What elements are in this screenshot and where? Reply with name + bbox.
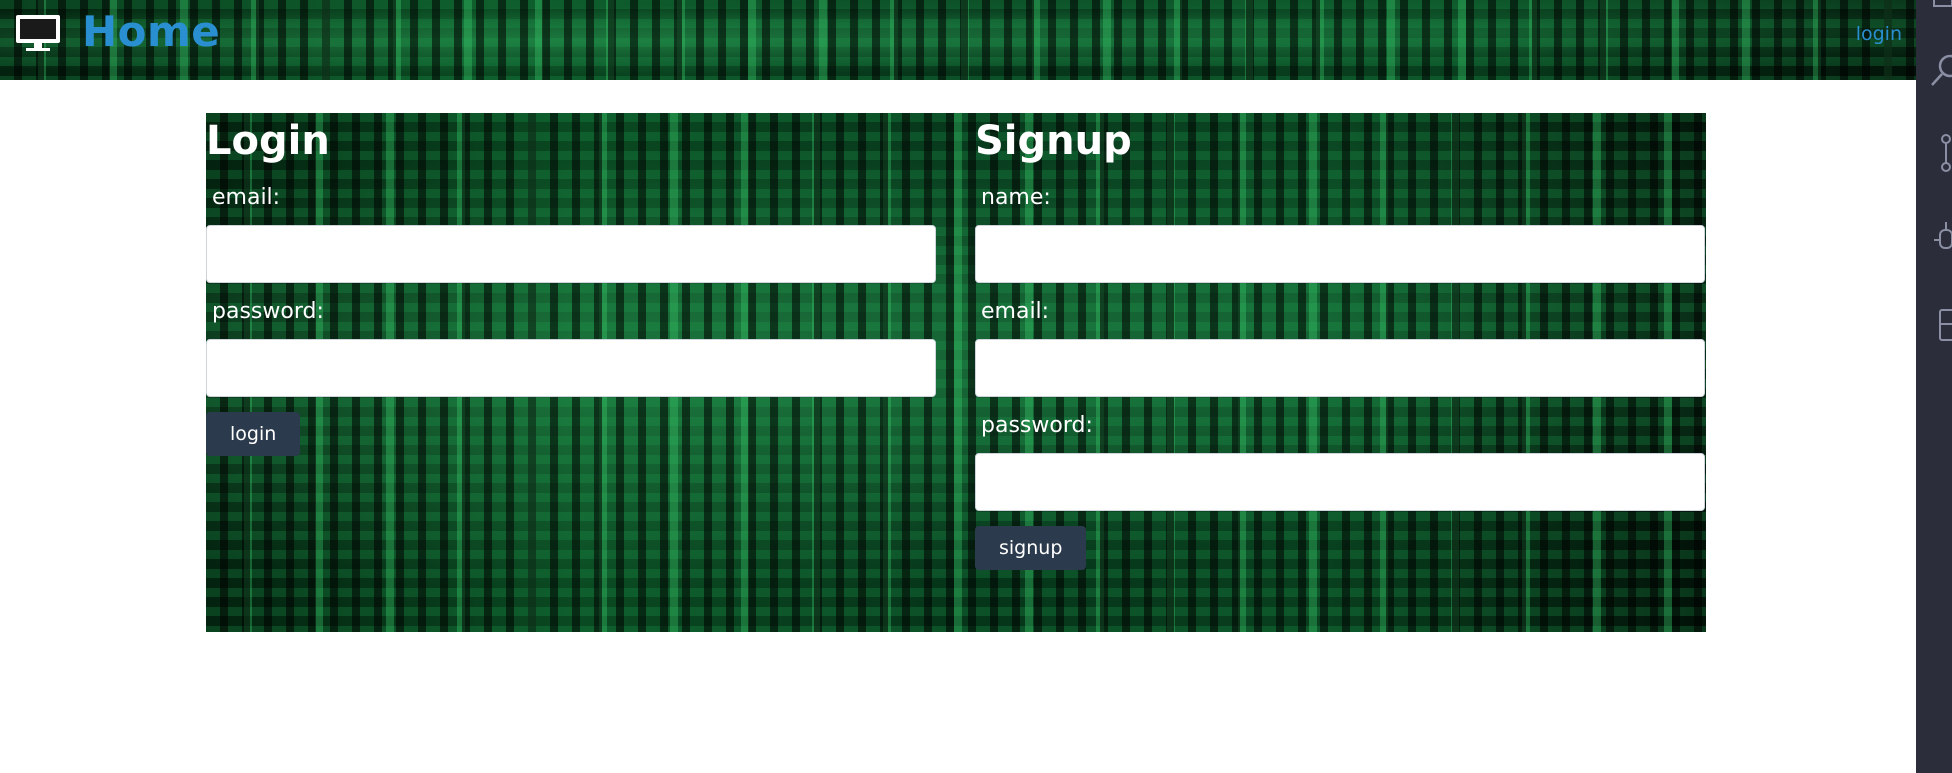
- monitor-icon: [16, 15, 60, 51]
- search-icon[interactable]: [1916, 52, 1952, 92]
- signup-password-label: password:: [981, 413, 1093, 438]
- login-button[interactable]: login: [206, 412, 301, 456]
- signup-password-input[interactable]: [975, 453, 1705, 511]
- signup-form: Signup name: email: password: signup: [975, 113, 1705, 570]
- page-title[interactable]: Home: [82, 7, 220, 56]
- extensions-icon[interactable]: [1916, 306, 1952, 346]
- signup-name-label: name:: [981, 185, 1051, 210]
- login-password-input[interactable]: [206, 339, 936, 397]
- signup-heading: Signup: [975, 118, 1132, 164]
- signup-email-label: email:: [981, 299, 1050, 324]
- signup-email-input[interactable]: [975, 339, 1705, 397]
- top-navbar: Home login: [0, 0, 1916, 80]
- login-email-input[interactable]: [206, 225, 936, 283]
- signup-button[interactable]: signup: [975, 526, 1087, 570]
- login-form: Login email: password: login: [206, 113, 936, 456]
- debug-icon[interactable]: [1916, 218, 1952, 258]
- nav-login-link[interactable]: login: [1856, 23, 1902, 45]
- login-email-label: email:: [212, 185, 281, 210]
- login-heading: Login: [206, 118, 330, 164]
- source-control-icon[interactable]: [1916, 133, 1952, 173]
- login-password-label: password:: [212, 299, 324, 324]
- activity-bar: [1916, 0, 1952, 773]
- auth-panel: Login email: password: login Signup name…: [206, 113, 1706, 632]
- explorer-icon[interactable]: [1916, 0, 1952, 34]
- signup-name-input[interactable]: [975, 225, 1705, 283]
